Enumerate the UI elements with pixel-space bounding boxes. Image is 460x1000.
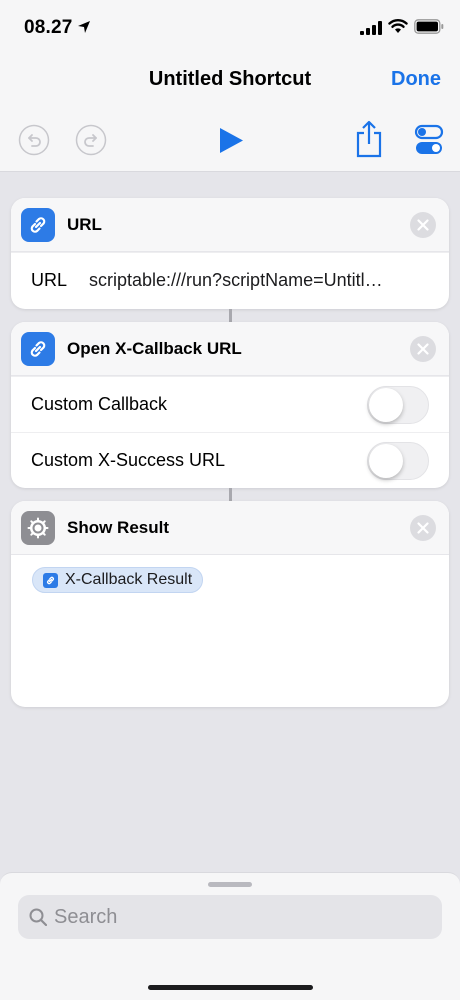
action-card-header: URL — [11, 198, 449, 252]
gear-icon — [21, 511, 55, 545]
share-icon[interactable] — [354, 120, 384, 158]
action-card-show-result[interactable]: Show Result X-Callback Result — [11, 501, 449, 707]
action-card-header: Open X-Callback URL — [11, 322, 449, 376]
toggle-knob — [369, 444, 403, 478]
show-result-body[interactable]: X-Callback Result — [11, 555, 449, 705]
action-card-header: Show Result — [11, 501, 449, 555]
search-placeholder: Search — [54, 906, 118, 928]
custom-callback-label: Custom Callback — [31, 394, 168, 414]
custom-x-success-url-toggle[interactable] — [367, 442, 429, 480]
location-arrow-icon — [78, 21, 90, 33]
custom-x-success-url-row: Custom X-Success URL — [11, 432, 449, 488]
action-connector — [229, 488, 232, 501]
top-bar: 08.27 Untitled Shortcut Done — [0, 0, 460, 172]
cellular-signal-icon — [360, 21, 382, 35]
settings-toggle-icon[interactable] — [414, 124, 444, 156]
remove-action-button[interactable] — [410, 515, 436, 541]
done-button[interactable]: Done — [391, 68, 441, 91]
url-field-row[interactable]: URL scriptable:///run?scriptName=Untitl… — [11, 252, 449, 308]
close-icon — [417, 219, 429, 231]
action-card-url[interactable]: URL URL scriptable:///run?scriptName=Unt… — [11, 198, 449, 309]
action-search-sheet: Search — [0, 872, 460, 1000]
link-icon — [43, 573, 58, 588]
custom-callback-row: Custom Callback — [11, 376, 449, 432]
remove-action-button[interactable] — [410, 212, 436, 238]
url-field-value[interactable]: scriptable:///run?scriptName=Untitl… — [89, 270, 425, 291]
action-title: URL — [67, 215, 102, 234]
redo-icon[interactable] — [75, 124, 107, 156]
search-input[interactable]: Search — [18, 895, 442, 939]
sheet-grabber[interactable] — [208, 882, 252, 887]
toggle-knob — [369, 388, 403, 422]
custom-x-success-url-label: Custom X-Success URL — [31, 450, 226, 470]
status-time: 08.27 — [24, 17, 73, 38]
play-icon[interactable] — [218, 127, 244, 154]
variable-token-label: X-Callback Result — [65, 571, 193, 588]
action-card-open-x-callback-url[interactable]: Open X-Callback URL Custom Callback Cust… — [11, 322, 449, 488]
status-bar: 08.27 — [0, 0, 460, 56]
action-title: Show Result — [67, 518, 170, 537]
undo-icon[interactable] — [18, 124, 50, 156]
battery-icon — [414, 19, 444, 34]
close-icon — [417, 522, 429, 534]
link-icon — [21, 208, 55, 242]
custom-callback-toggle[interactable] — [367, 386, 429, 424]
action-title: Open X-Callback URL — [67, 339, 242, 358]
action-connector — [229, 309, 232, 322]
remove-action-button[interactable] — [410, 336, 436, 362]
url-field-label: URL — [31, 270, 68, 290]
link-icon — [21, 332, 55, 366]
variable-token[interactable]: X-Callback Result — [32, 567, 204, 593]
wifi-icon — [388, 19, 408, 33]
close-icon — [417, 343, 429, 355]
search-icon — [29, 908, 47, 926]
home-indicator — [148, 985, 313, 990]
